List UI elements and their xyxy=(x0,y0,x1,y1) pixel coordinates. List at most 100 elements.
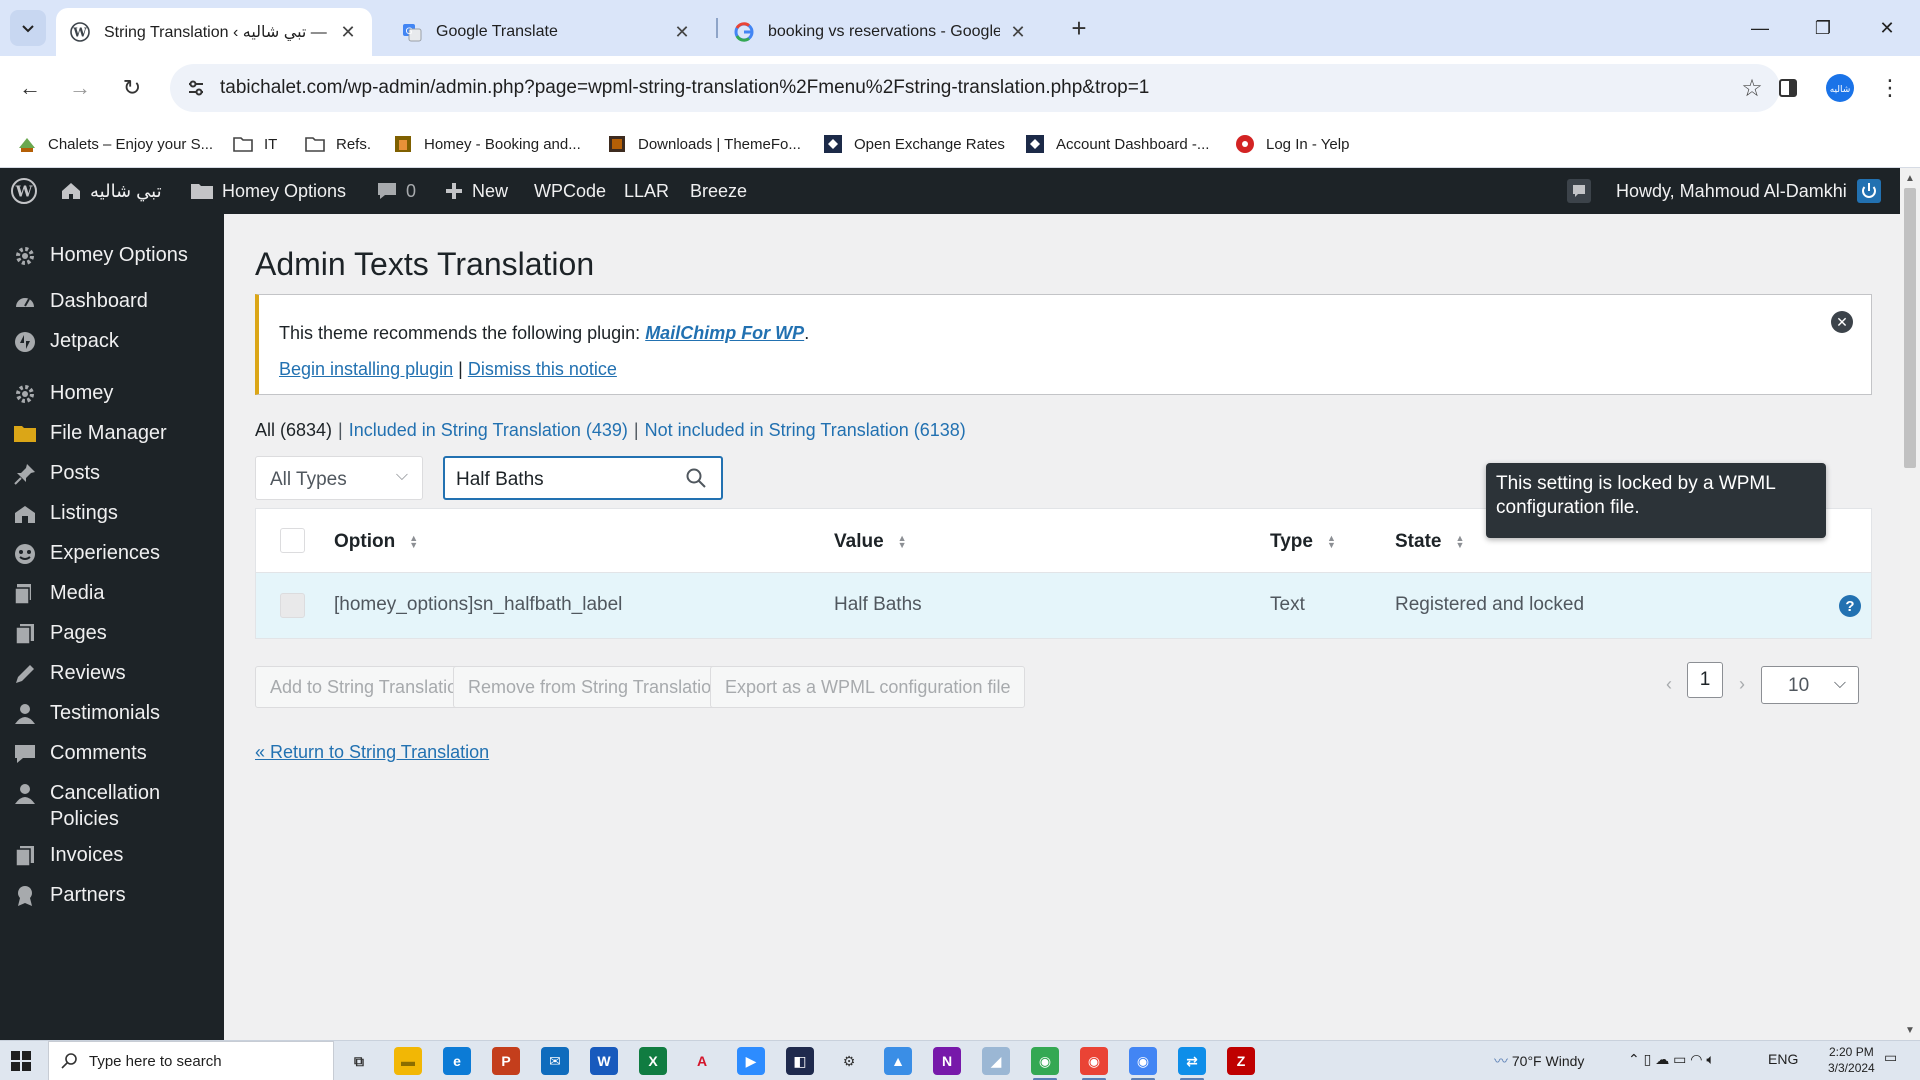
bookmark-folder-it[interactable]: IT xyxy=(232,132,277,156)
page-scrollbar[interactable]: ▲ ▼ xyxy=(1900,168,1920,1040)
bookmark-label: Chalets – Enjoy your S... xyxy=(48,135,214,153)
filter-all[interactable]: All (6834) xyxy=(255,420,332,440)
my-account-link[interactable]: Howdy, Mahmoud Al-Damkhi xyxy=(1616,168,1881,214)
windows-start-icon[interactable] xyxy=(10,1050,32,1072)
prev-page-button[interactable]: ‹ xyxy=(1659,670,1679,698)
sidebar-item-label: Comments xyxy=(50,742,147,764)
chrome-icon[interactable]: ◉ xyxy=(1129,1047,1157,1075)
back-button[interactable]: ← xyxy=(12,70,48,106)
teamviewer-icon[interactable]: ⇄ xyxy=(1178,1047,1206,1075)
filter-not-included[interactable]: Not included in String Translation (6138… xyxy=(645,420,966,440)
export-config-button[interactable]: Export as a WPML configuration file xyxy=(710,666,1026,708)
weather-widget[interactable]: 〰 70°F Windy xyxy=(1494,1051,1584,1071)
profile-avatar[interactable]: شاليه xyxy=(1822,70,1858,106)
column-state[interactable]: State ▲ ▼ xyxy=(1395,531,1464,553)
dismiss-notice-link[interactable]: Dismiss this notice xyxy=(468,359,617,379)
file-explorer-icon[interactable]: ▬ xyxy=(394,1047,422,1075)
tab-title: Google Translate xyxy=(436,23,558,40)
scroll-thumb[interactable] xyxy=(1904,188,1916,468)
side-panel-button[interactable] xyxy=(1770,70,1806,106)
select-all-checkbox[interactable] xyxy=(280,528,305,553)
column-option[interactable]: Option ▲ ▼ xyxy=(334,531,418,553)
notifications-button[interactable] xyxy=(1566,168,1592,214)
begin-installing-link[interactable]: Begin installing plugin xyxy=(279,359,453,379)
row-checkbox[interactable] xyxy=(280,593,305,618)
chrome-icon[interactable]: ◉ xyxy=(1080,1047,1108,1075)
zoom-icon[interactable]: ▶ xyxy=(737,1047,765,1075)
tab-google-search[interactable]: booking vs reservations - Google S ✕ xyxy=(720,8,1042,56)
minimize-button[interactable]: — xyxy=(1737,10,1783,46)
bookmark-account-dashboard[interactable]: Account Dashboard -... xyxy=(1024,132,1209,156)
menu-button[interactable]: ⋮ xyxy=(1872,70,1908,106)
bookmark-yelp[interactable]: Log In - Yelp xyxy=(1234,132,1349,156)
excel-icon[interactable]: X xyxy=(639,1047,667,1075)
award-icon xyxy=(12,883,38,909)
restore-button[interactable]: ❐ xyxy=(1800,10,1846,46)
wpcode-link[interactable]: WPCode xyxy=(534,168,606,214)
add-to-string-translation-button[interactable]: Add to String Translation xyxy=(255,666,483,708)
search-icon[interactable] xyxy=(685,467,707,489)
scroll-down-icon[interactable]: ▼ xyxy=(1904,1024,1916,1036)
per-page-select[interactable]: 10 ⌵ xyxy=(1761,666,1859,704)
settings-icon[interactable]: ⚙ xyxy=(835,1047,863,1075)
close-icon[interactable]: ✕ xyxy=(338,22,358,42)
acrobat-icon[interactable]: A xyxy=(688,1047,716,1075)
onenote-icon[interactable]: N xyxy=(933,1047,961,1075)
breeze-label: Breeze xyxy=(690,180,748,201)
taskbar-search-box[interactable]: Type here to search xyxy=(48,1041,334,1080)
breeze-link[interactable]: Breeze xyxy=(690,168,747,214)
photos-icon[interactable]: ▲ xyxy=(884,1047,912,1075)
new-tab-button[interactable]: + xyxy=(1063,12,1095,44)
site-settings-icon[interactable] xyxy=(182,74,210,102)
llar-link[interactable]: LLAR xyxy=(624,168,669,214)
filter-included[interactable]: Included in String Translation (439) xyxy=(349,420,628,440)
new-content-link[interactable]: New xyxy=(444,168,508,214)
current-page[interactable]: 1 xyxy=(1687,662,1723,698)
bookmark-folder-refs[interactable]: Refs. xyxy=(304,132,371,156)
reload-button[interactable]: ↻ xyxy=(114,70,150,106)
filezilla-icon[interactable]: Z xyxy=(1227,1047,1255,1075)
system-tray-icons[interactable]: ⌃ ▯ ☁ ▭ ◠ 🔈︎ xyxy=(1628,1051,1715,1068)
notifications-icon[interactable]: ▭ xyxy=(1884,1049,1897,1066)
scroll-up-icon[interactable]: ▲ xyxy=(1904,172,1916,184)
task-view-icon[interactable]: ⧉ xyxy=(345,1047,373,1075)
tab-string-translation[interactable]: W String Translation ‹ تبي شاليه — W ✕ xyxy=(56,8,372,56)
language-indicator[interactable]: ENG xyxy=(1768,1051,1798,1067)
bookmark-open-exchange[interactable]: Open Exchange Rates xyxy=(822,132,1005,156)
help-icon[interactable]: ? xyxy=(1839,595,1861,617)
tab-google-translate[interactable]: G Google Translate ✕ xyxy=(388,8,706,56)
bookmark-chalets[interactable]: Chalets – Enjoy your S... xyxy=(16,132,213,156)
next-page-button[interactable]: › xyxy=(1732,670,1752,698)
site-name-link[interactable]: تبي شاليه xyxy=(60,168,162,214)
close-icon[interactable]: ✕ xyxy=(1831,311,1853,333)
plugin-link[interactable]: MailChimp For WP xyxy=(645,323,804,343)
search-input[interactable]: Half Baths xyxy=(443,456,723,500)
address-bar[interactable]: tabichalet.com/wp-admin/admin.php?page=w… xyxy=(170,64,1780,112)
powerpoint-icon[interactable]: P xyxy=(492,1047,520,1075)
app-icon[interactable]: ◢ xyxy=(982,1047,1010,1075)
comments-link[interactable]: 0 xyxy=(376,168,416,214)
table-row[interactable]: [homey_options]sn_halfbath_label Half Ba… xyxy=(256,573,1871,638)
column-value[interactable]: Value ▲ ▼ xyxy=(834,531,907,553)
column-type[interactable]: Type ▲ ▼ xyxy=(1270,531,1336,553)
edge-icon[interactable]: e xyxy=(443,1047,471,1075)
type-filter-select[interactable]: All Types ⌵ xyxy=(255,456,423,500)
close-icon[interactable]: ✕ xyxy=(672,22,692,42)
app-icon[interactable]: ◧ xyxy=(786,1047,814,1075)
return-to-string-translation-link[interactable]: « Return to String Translation xyxy=(255,742,489,763)
close-icon[interactable]: ✕ xyxy=(1008,22,1028,42)
bookmark-themeforest[interactable]: Downloads | ThemeFo... xyxy=(606,132,801,156)
wifi-icon: ◠ xyxy=(1690,1051,1703,1067)
forward-button[interactable]: → xyxy=(62,70,98,106)
word-icon[interactable]: W xyxy=(590,1047,618,1075)
bookmark-star-icon[interactable]: ☆ xyxy=(1738,74,1766,102)
clock[interactable]: 2:20 PM 3/3/2024 xyxy=(1828,1044,1875,1076)
remove-from-string-translation-button[interactable]: Remove from String Translation xyxy=(453,666,737,708)
tab-list-button[interactable] xyxy=(10,10,46,46)
homey-options-link[interactable]: Homey Options xyxy=(190,168,346,214)
chrome-icon[interactable]: ◉ xyxy=(1031,1047,1059,1075)
wp-logo[interactable]: W xyxy=(10,168,38,214)
bookmark-homey[interactable]: Homey - Booking and... xyxy=(392,132,581,156)
close-window-button[interactable]: ✕ xyxy=(1864,10,1910,46)
mail-icon[interactable]: ✉ xyxy=(541,1047,569,1075)
